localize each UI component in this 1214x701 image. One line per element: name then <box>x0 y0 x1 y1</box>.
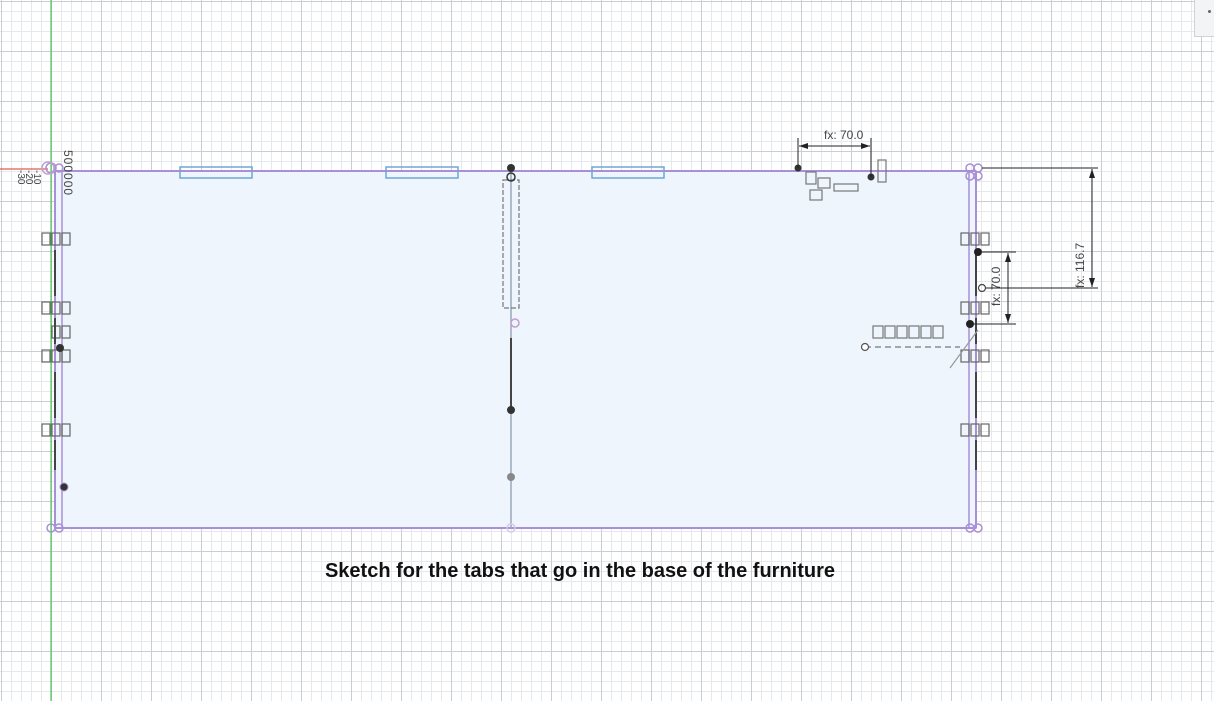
caption-text: Sketch for the tabs that go in the base … <box>324 560 836 582</box>
dimension-right-outer-label: fx: 116.7 <box>1073 243 1087 288</box>
origin-label: 500000 <box>61 150 75 196</box>
left-point-a[interactable] <box>56 344 64 352</box>
view-cube-dot-icon <box>1208 10 1211 13</box>
center-point-mid[interactable] <box>507 406 515 414</box>
view-cube-corner[interactable] <box>1194 0 1214 37</box>
center-point-top[interactable] <box>507 164 515 172</box>
axis-tick-3: -30 <box>15 170 26 185</box>
center-point-low[interactable] <box>507 473 515 481</box>
right-point-c[interactable] <box>977 283 987 293</box>
sketch-profile-rectangle[interactable] <box>54 170 977 529</box>
construction-endpoint[interactable] <box>860 342 870 352</box>
dimension-top-label: fx: 70.0 <box>824 128 864 142</box>
right-point-a[interactable] <box>974 248 982 256</box>
dimension-top[interactable]: fx: 70.0 <box>797 128 872 177</box>
sketch-canvas[interactable]: fx: 70.0 fx: 70.0 fx: 116.7 500000 -10 -… <box>0 0 1214 701</box>
right-point-b[interactable] <box>966 320 974 328</box>
left-point-b[interactable] <box>59 482 69 492</box>
dimension-right-inner-label: fx: 70.0 <box>989 266 1003 306</box>
